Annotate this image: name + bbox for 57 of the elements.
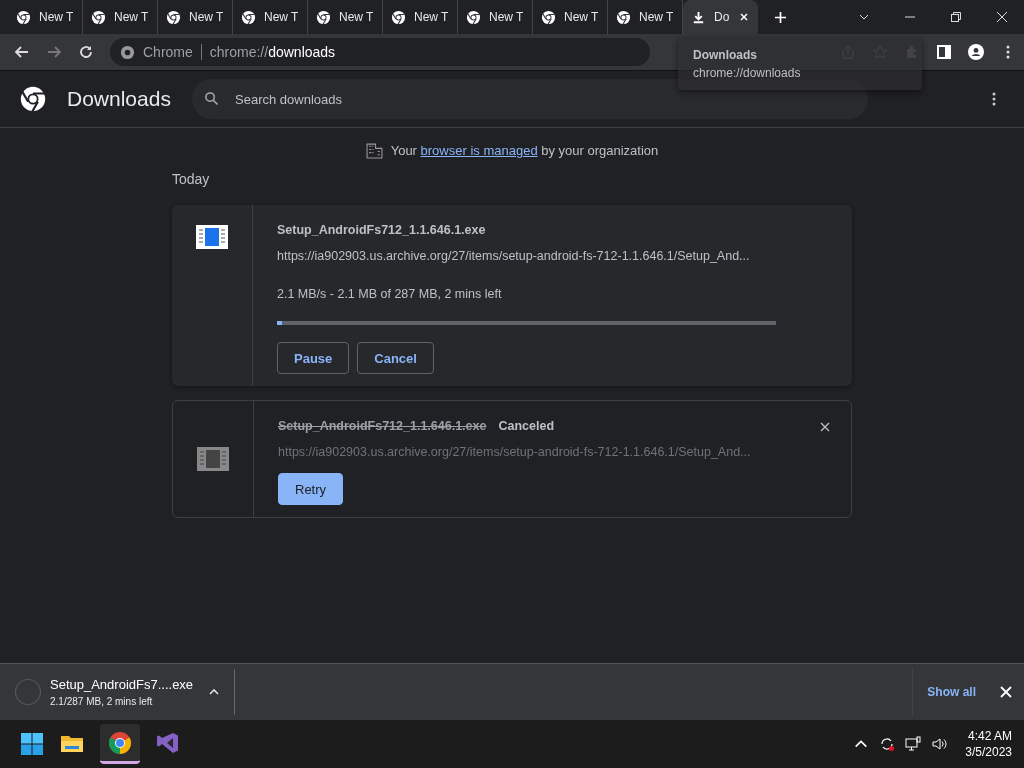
back-icon[interactable] [14,44,30,60]
close-icon[interactable] [819,421,831,433]
managed-notice: Your browser is managed by your organization [390,143,659,158]
file-icon [197,447,229,471]
infinity-logo-icon [156,730,180,755]
chrome-logo-icon [391,9,406,25]
clock-date[interactable]: 3/5/2023 [965,745,1012,759]
search-field[interactable]: Search downloads [192,79,868,119]
chrome-logo-icon [16,9,31,25]
page-title: Downloads [67,87,172,111]
address-bar[interactable]: Chrome chrome://downloads [110,38,650,66]
status-text: Canceled [498,419,555,433]
building-icon [365,142,383,159]
file-name[interactable]: Setup_AndroidFs712_1.1.646.1.exe [277,223,486,237]
forward-icon[interactable] [46,44,62,60]
download-icon [691,9,706,25]
chrome-logo-icon [91,9,106,25]
chrome-logo-icon [20,86,46,112]
show-all-link[interactable]: Show all [927,685,976,699]
search-icon [204,91,219,106]
shelf-file-name[interactable]: Setup_AndroidFs7....exe [50,677,200,692]
chrome-logo-icon [616,9,631,25]
chrome-logo-icon [466,9,481,25]
reload-icon[interactable] [78,44,94,60]
clock-time[interactable]: 4:42 AM [967,729,1012,743]
browser-tab[interactable]: Do [683,0,758,34]
progress-text: 2.1 MB/s - 2.1 MB of 287 MB, 2 mins left [277,287,503,301]
chrome-logo-icon [108,730,132,755]
windows-start-icon[interactable] [20,732,44,756]
chrome-logo-icon [166,9,181,25]
profile-icon[interactable] [968,44,984,60]
close-icon[interactable] [996,11,1008,23]
chrome-logo-icon [241,9,256,25]
file-name[interactable]: Setup_AndroidFs712_1.1.646.1.exe [278,419,487,433]
chrome-logo-icon [541,9,556,25]
network-icon[interactable] [905,736,922,752]
progress-ring-icon [14,678,42,706]
restore-icon[interactable] [950,11,962,23]
taskbar-app[interactable] [100,724,140,764]
retry-button[interactable]: Retry [278,473,344,505]
file-icon [196,225,228,249]
close-icon[interactable] [738,11,750,23]
shelf-progress-text: 2.1/287 MB, 2 mins left [50,696,154,707]
date-heading: Today [172,170,211,189]
url-text: chrome://downloads [209,44,336,60]
chrome-logo-icon [316,9,331,25]
source-url[interactable]: https://ia902903.us.archive.org/27/items/setup-android-fs-712-1.1.646.1/Setup_And... [277,249,776,263]
pause-button[interactable]: Pause [277,342,350,374]
chrome-logo-icon [120,44,135,60]
tooltip-title: Downloads [693,48,758,62]
tooltip-url: chrome://downloads [693,66,802,80]
volume-icon[interactable] [931,736,948,752]
side-panel-icon[interactable] [936,44,952,60]
sync-icon[interactable] [879,736,896,752]
managed-link[interactable]: browser is managed [420,143,538,158]
cancel-button[interactable]: Cancel [357,342,434,374]
new-tab-icon[interactable] [774,10,787,24]
